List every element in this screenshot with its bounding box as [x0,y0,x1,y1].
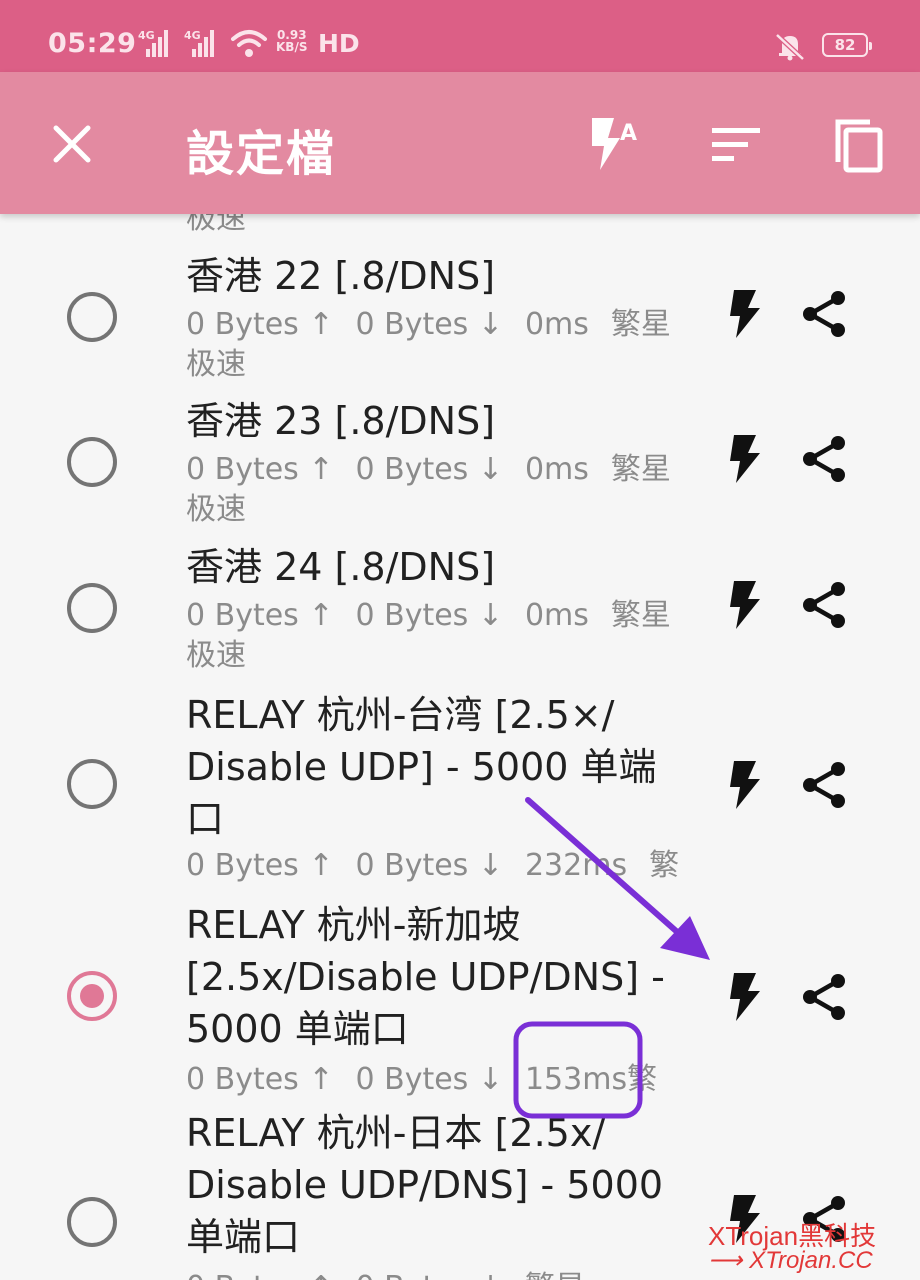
mute-bell-icon [775,33,805,61]
profile-radio[interactable] [67,583,117,633]
list-item: 极速 [0,214,920,244]
hd-indicator: HD [318,29,360,58]
signal-icon: 4G [138,29,170,57]
wifi-icon [231,30,267,57]
profile-stats-extra: 极速 [186,347,246,382]
profile-stats-extra: 极速 [186,492,246,527]
profile-stats-extra: 极速 [186,214,246,236]
profile-radio[interactable] [67,437,117,487]
share-icon[interactable] [798,579,850,631]
profile-radio[interactable] [67,759,117,809]
profile-stats: 0 Bytes ↑ 0 Bytes ↓ 0ms 繁星 [186,452,671,487]
copy-icon[interactable] [826,114,886,174]
profile-name: 香港 24 [.8/DNS] [186,545,496,589]
page-title: 設定檔 [186,126,337,182]
profile-list[interactable]: 极速 香港 22 [.8/DNS] 0 Bytes ↑ 0 Bytes ↓ 0ms 繁… [0,214,920,1280]
watermark-url: ⟶ XTrojan.CC [708,1247,873,1274]
flash-test-icon[interactable] [718,433,770,485]
profile-name: RELAY 杭州-台湾 [2.5×/ Disable UDP] - 5000 单… [186,693,657,841]
share-icon[interactable] [798,759,850,811]
close-icon[interactable] [44,116,100,172]
list-item[interactable]: RELAY 杭州-台湾 [2.5×/ Disable UDP] - 5000 单… [0,681,920,891]
list-item-selected[interactable]: RELAY 杭州-新加坡 [2.5x/Disable UDP/DNS] - 50… [0,891,920,1101]
share-icon[interactable] [798,288,850,340]
profile-name: 香港 23 [.8/DNS] [186,399,496,443]
profile-radio[interactable] [67,292,117,342]
flash-test-icon[interactable] [718,759,770,811]
app-bar: 設定檔 A [0,72,920,214]
flash-test-icon[interactable] [718,971,770,1023]
list-item[interactable]: 香港 23 [.8/DNS] 0 Bytes ↑ 0 Bytes ↓ 0ms 繁星 极… [0,389,920,535]
profile-name: 香港 22 [.8/DNS] [186,254,496,298]
list-item[interactable]: 香港 22 [.8/DNS] 0 Bytes ↑ 0 Bytes ↓ 0ms 繁星 极… [0,244,920,389]
flash-test-icon[interactable] [718,579,770,631]
profile-stats: 0 Bytes ↑0 Bytes ↓繁星 [186,1267,686,1280]
share-icon[interactable] [798,971,850,1023]
profile-name: RELAY 杭州-日本 [2.5x/ Disable UDP/DNS] - 50… [186,1111,664,1259]
profile-radio-selected[interactable] [67,971,117,1021]
profile-radio[interactable] [67,1197,117,1247]
svg-text:A: A [620,121,637,146]
profile-name: RELAY 杭州-新加坡 [2.5x/Disable UDP/DNS] - 50… [186,903,665,1051]
sort-icon[interactable] [706,114,766,174]
list-item[interactable]: 香港 24 [.8/DNS] 0 Bytes ↑ 0 Bytes ↓ 0ms 繁星 极… [0,535,920,681]
flash-auto-icon[interactable]: A [584,114,644,174]
arrow-right-icon: ⟶ [708,1247,750,1274]
latency-value: 153ms [524,1062,628,1097]
status-bar: 05:29 4G 4G 0.93 KB/S HD 82 [0,0,920,72]
share-icon[interactable] [798,433,850,485]
signal-icon-2: 4G [184,29,216,57]
battery-icon: 82 [822,33,872,57]
profile-stats: 0 Bytes ↑ 0 Bytes ↓ 232ms 繁 [186,848,680,883]
status-time: 05:29 [48,28,137,59]
profile-stats: 0 Bytes ↑ 0 Bytes ↓ 0ms 繁星 [186,307,671,342]
profile-stats-extra: 极速 [186,638,246,673]
flash-test-icon[interactable] [718,288,770,340]
profile-stats: 0 Bytes ↑ 0 Bytes ↓ 153ms繁 [186,1062,658,1097]
network-speed: 0.93 KB/S [276,28,308,54]
profile-stats: 0 Bytes ↑ 0 Bytes ↓ 0ms 繁星 [186,598,671,633]
